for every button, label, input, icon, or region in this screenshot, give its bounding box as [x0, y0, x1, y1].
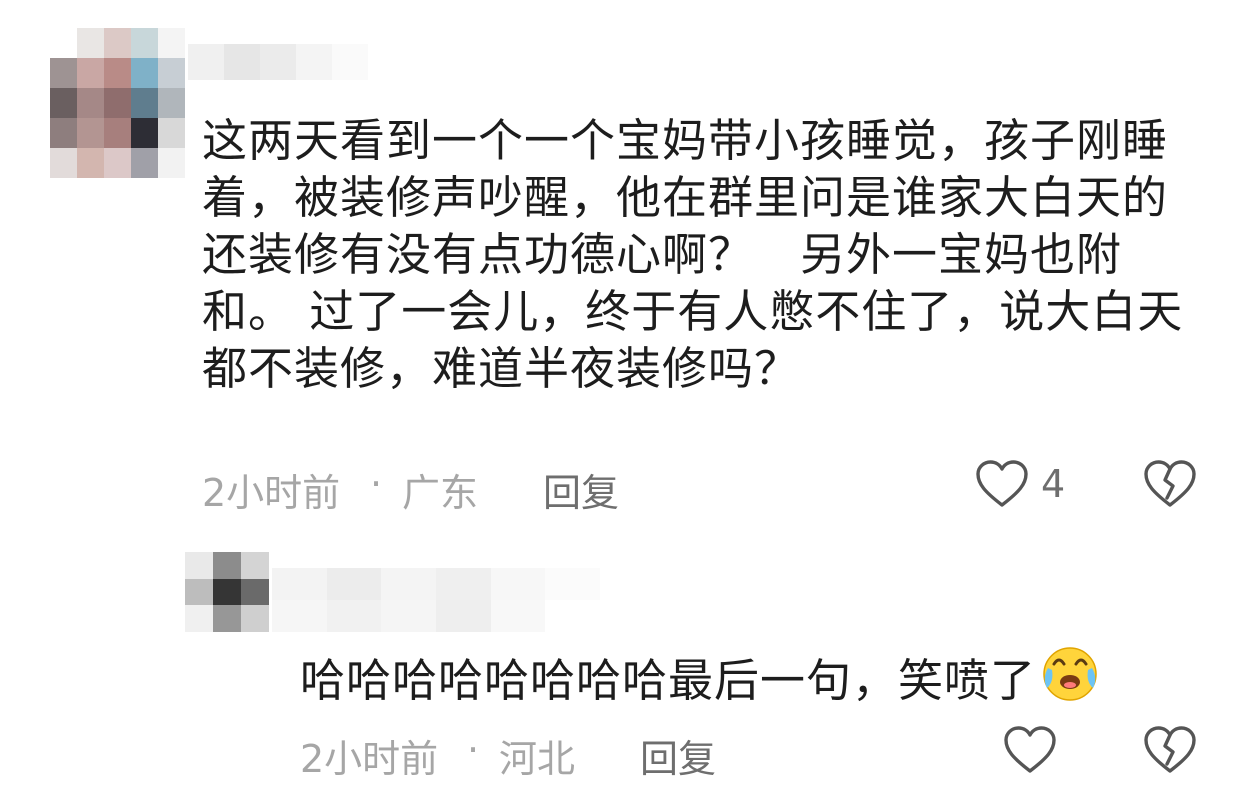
broken-heart-icon[interactable] [1143, 460, 1197, 510]
like-count: 4 [1041, 462, 1066, 506]
comment-text: 这两天看到一个一个宝妈带小孩睡觉，孩子刚睡着，被装修声吵醒，他在群里问是谁家大白… [202, 114, 1184, 395]
meta-separator: · [467, 728, 480, 772]
avatar[interactable] [185, 552, 269, 632]
comment-time: 2小时前 [202, 471, 341, 515]
meta-separator: · [370, 462, 383, 506]
comment-location: 河北 [499, 737, 576, 781]
laughing-crying-emoji [1043, 647, 1097, 701]
broken-heart-icon[interactable] [1143, 726, 1197, 776]
comment-text: 哈哈哈哈哈哈哈哈最后一句，笑喷了 [300, 644, 1200, 709]
comment-location: 广东 [402, 471, 479, 515]
heart-outline-icon[interactable] [1003, 726, 1057, 776]
comment-text-body: 哈哈哈哈哈哈哈哈最后一句，笑喷了 [300, 654, 1037, 707]
heart-outline-icon[interactable] [975, 460, 1029, 510]
comment-thread: 这两天看到一个一个宝妈带小孩睡觉，孩子刚睡着，被装修声吵醒，他在群里问是谁家大白… [0, 0, 1260, 806]
username[interactable] [188, 44, 368, 80]
comment-time: 2小时前 [300, 737, 439, 781]
username[interactable] [272, 568, 600, 632]
avatar[interactable] [50, 28, 185, 178]
reply-button[interactable]: 回复 [640, 728, 716, 783]
reply-button[interactable]: 回复 [543, 462, 619, 517]
